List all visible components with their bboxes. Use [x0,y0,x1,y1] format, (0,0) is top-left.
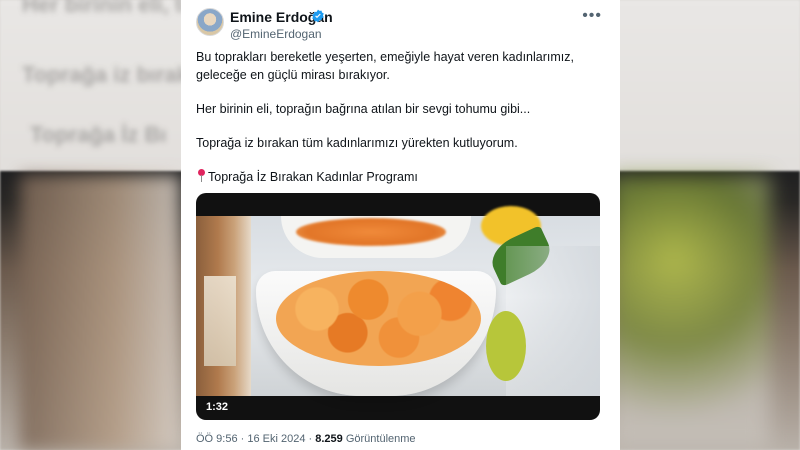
bottle-image [196,216,251,396]
views-label: Görüntülenme [342,433,416,445]
tweet-text-paragraph: Her birinin eli, toprağın bağrına atılan… [196,102,531,116]
lime-image [486,311,526,381]
views-count: 8.259 [315,433,343,445]
dried-orange-chips-image [276,271,481,366]
bottle-label [204,276,236,366]
video-player[interactable]: 1:32 [196,193,600,420]
more-horizontal-icon[interactable]: ••• [582,7,602,25]
tweet-text-paragraph: Bu toprakları bereketle yeşerten, emeğiy… [196,50,574,82]
video-thumbnail [196,206,600,396]
tweet-meta: ÖÖ 9:56 · 16 Eki 2024 · 8.259 Görüntülen… [196,433,416,445]
background-image-right [610,175,770,450]
pushpin-icon [196,169,206,183]
verified-badge-icon [312,9,324,23]
program-line: Toprağa İz Bırakan Kadınlar Programı [196,168,601,186]
tweet-text-paragraph: Toprağa iz bırakan tüm kadınlarımızı yür… [196,136,518,150]
avatar[interactable] [196,8,224,36]
author-handle[interactable]: @EmineErdogan [230,27,322,41]
video-duration: 1:32 [206,401,229,413]
back-chips-image [296,218,446,246]
tweet-card: Emine Erdoğan @EmineErdogan ••• Bu topra… [181,0,620,450]
timestamp[interactable]: ÖÖ 9:56 · 16 Eki 2024 · [196,433,315,445]
background-image-left [20,175,180,450]
program-text: Toprağa İz Bırakan Kadınlar Programı [208,170,418,184]
background-text: Toprağa İz Bı [30,122,167,147]
